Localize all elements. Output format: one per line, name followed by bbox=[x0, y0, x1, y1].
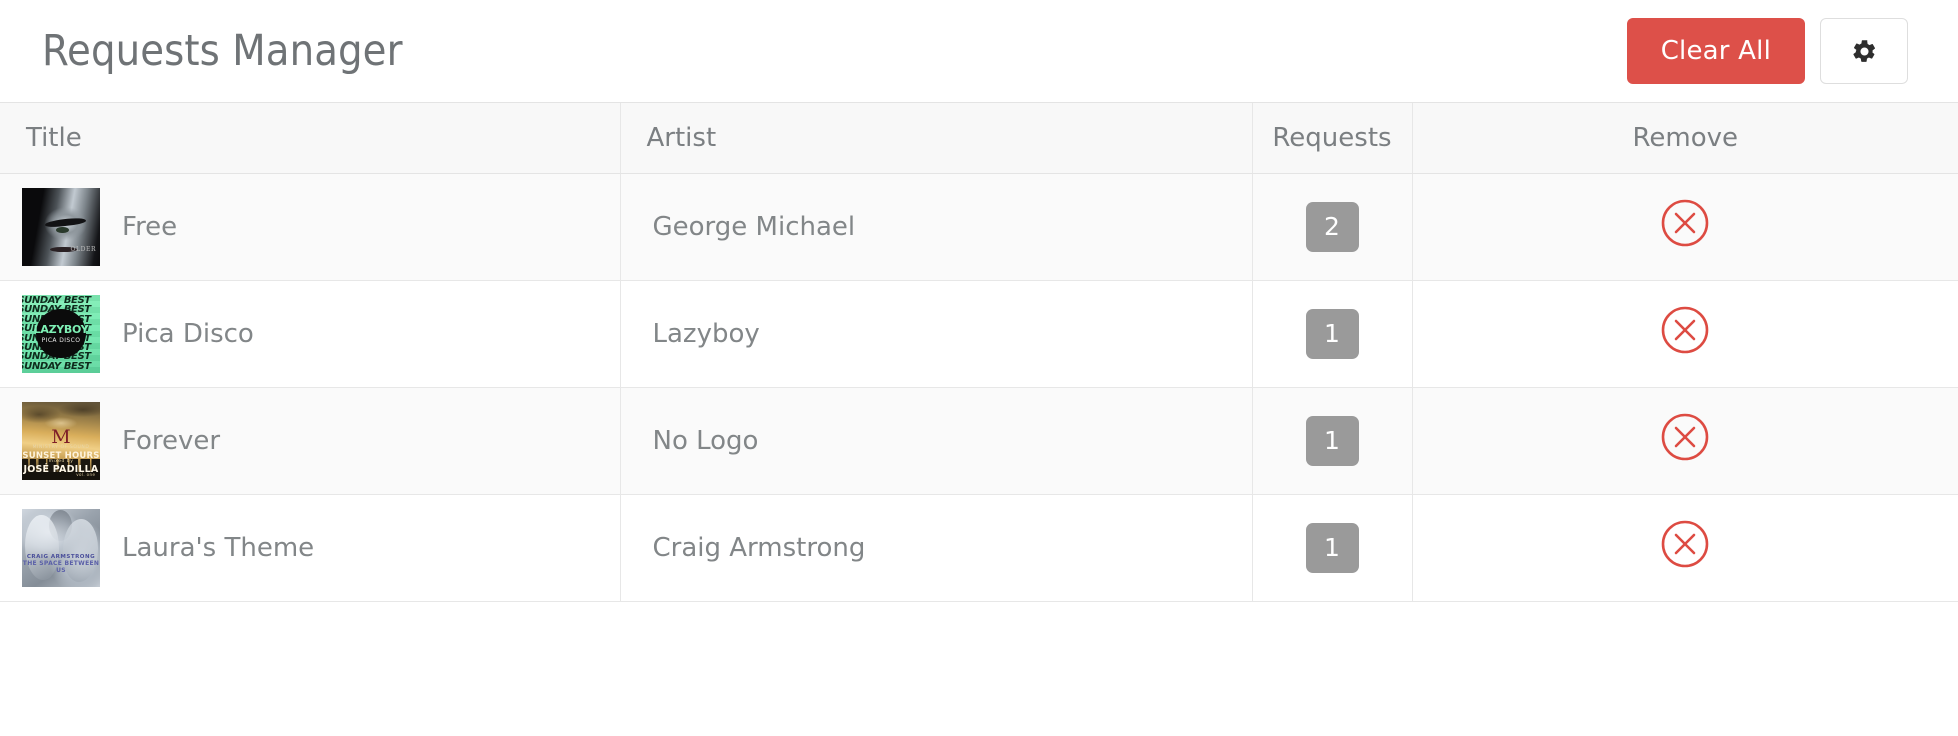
circle-x-icon bbox=[1660, 519, 1710, 569]
header-actions: Clear All bbox=[1626, 18, 1908, 84]
cell-remove bbox=[1412, 494, 1958, 602]
cell-artist: Lazyboy bbox=[620, 280, 1253, 388]
request-count-badge: 1 bbox=[1305, 522, 1359, 573]
album-art-text: CRAIG ARMSTRONG bbox=[26, 553, 96, 560]
table-header: Title Artist Requests Remove bbox=[0, 103, 1958, 174]
table-row[interactable]: OLDER Free George Michael 2 bbox=[0, 173, 1958, 281]
album-art-older: OLDER bbox=[22, 187, 100, 266]
remove-button[interactable] bbox=[1660, 198, 1710, 248]
request-count-badge: 1 bbox=[1305, 415, 1359, 466]
artist-name: No Logo bbox=[652, 425, 759, 456]
table-row[interactable]: SUNDAY BEST SUNDAY BEST SUNDAY BEST SUND… bbox=[0, 280, 1958, 388]
table-row[interactable]: CRAIG ARMSTRONG THE SPACE BETWEEN US Lau… bbox=[0, 494, 1958, 602]
circle-x-icon bbox=[1660, 198, 1710, 248]
cell-requests: 1 bbox=[1252, 494, 1413, 602]
cell-requests: 1 bbox=[1252, 280, 1413, 388]
table-row[interactable]: M MINISTRY OF SOUND SUNSET HOURS mixed b… bbox=[0, 387, 1958, 495]
circle-x-icon bbox=[1660, 305, 1710, 355]
cell-title: OLDER Free bbox=[0, 173, 621, 281]
column-header-artist[interactable]: Artist bbox=[620, 103, 1253, 174]
cell-remove bbox=[1412, 280, 1958, 388]
app-header: Requests Manager Clear All bbox=[0, 0, 1958, 103]
track-title: Free bbox=[122, 211, 178, 242]
clear-all-button[interactable]: Clear All bbox=[1626, 18, 1805, 84]
cell-remove bbox=[1412, 173, 1958, 281]
cell-title: SUNDAY BEST SUNDAY BEST SUNDAY BEST SUND… bbox=[0, 280, 621, 388]
cell-artist: Craig Armstrong bbox=[620, 494, 1253, 602]
page-title: Requests Manager bbox=[42, 25, 403, 76]
cell-artist: George Michael bbox=[620, 173, 1253, 281]
cell-remove bbox=[1412, 387, 1958, 495]
album-art-text: vol. one bbox=[76, 472, 96, 478]
remove-button[interactable] bbox=[1660, 305, 1710, 355]
album-art-text: MINISTRY OF SOUND bbox=[32, 445, 90, 451]
gear-icon bbox=[1851, 38, 1878, 65]
remove-button[interactable] bbox=[1660, 412, 1710, 462]
cell-requests: 1 bbox=[1252, 387, 1413, 495]
column-header-title[interactable]: Title bbox=[0, 103, 621, 174]
artist-name: George Michael bbox=[652, 211, 856, 242]
request-count-badge: 1 bbox=[1305, 308, 1359, 359]
request-count-badge: 2 bbox=[1305, 201, 1359, 252]
artist-name: Craig Armstrong bbox=[652, 532, 866, 563]
album-art-text: THE SPACE BETWEEN US bbox=[22, 559, 100, 574]
requests-table: Title Artist Requests Remove OLDER Free … bbox=[0, 103, 1958, 602]
artist-name: Lazyboy bbox=[652, 318, 760, 349]
column-header-requests[interactable]: Requests bbox=[1252, 103, 1413, 174]
cell-title: CRAIG ARMSTRONG THE SPACE BETWEEN US Lau… bbox=[0, 494, 621, 602]
track-title: Forever bbox=[122, 425, 221, 456]
album-art-text: OLDER bbox=[70, 246, 97, 254]
settings-button[interactable] bbox=[1820, 18, 1908, 84]
album-art-badge: LAZYBOY PICA DISCO bbox=[33, 308, 89, 359]
album-art-sunday-best: SUNDAY BEST SUNDAY BEST SUNDAY BEST SUND… bbox=[22, 294, 100, 373]
track-title: Pica Disco bbox=[122, 318, 254, 349]
album-art-text: PICA DISCO bbox=[41, 336, 81, 344]
table-header-row: Title Artist Requests Remove bbox=[0, 103, 1958, 174]
album-art-sunset-hours: M MINISTRY OF SOUND SUNSET HOURS mixed b… bbox=[22, 401, 100, 480]
cell-title: M MINISTRY OF SOUND SUNSET HOURS mixed b… bbox=[0, 387, 621, 495]
cell-requests: 2 bbox=[1252, 173, 1413, 281]
album-art-text: LAZYBOY bbox=[33, 322, 89, 336]
column-header-remove[interactable]: Remove bbox=[1412, 103, 1958, 174]
track-title: Laura's Theme bbox=[122, 532, 315, 563]
cell-artist: No Logo bbox=[620, 387, 1253, 495]
album-art-space-between-us: CRAIG ARMSTRONG THE SPACE BETWEEN US bbox=[22, 508, 100, 587]
circle-x-icon bbox=[1660, 412, 1710, 462]
table-body: OLDER Free George Michael 2 SUNDAY BEST … bbox=[0, 173, 1958, 602]
remove-button[interactable] bbox=[1660, 519, 1710, 569]
album-art-text: SUNDAY BEST bbox=[22, 361, 91, 372]
